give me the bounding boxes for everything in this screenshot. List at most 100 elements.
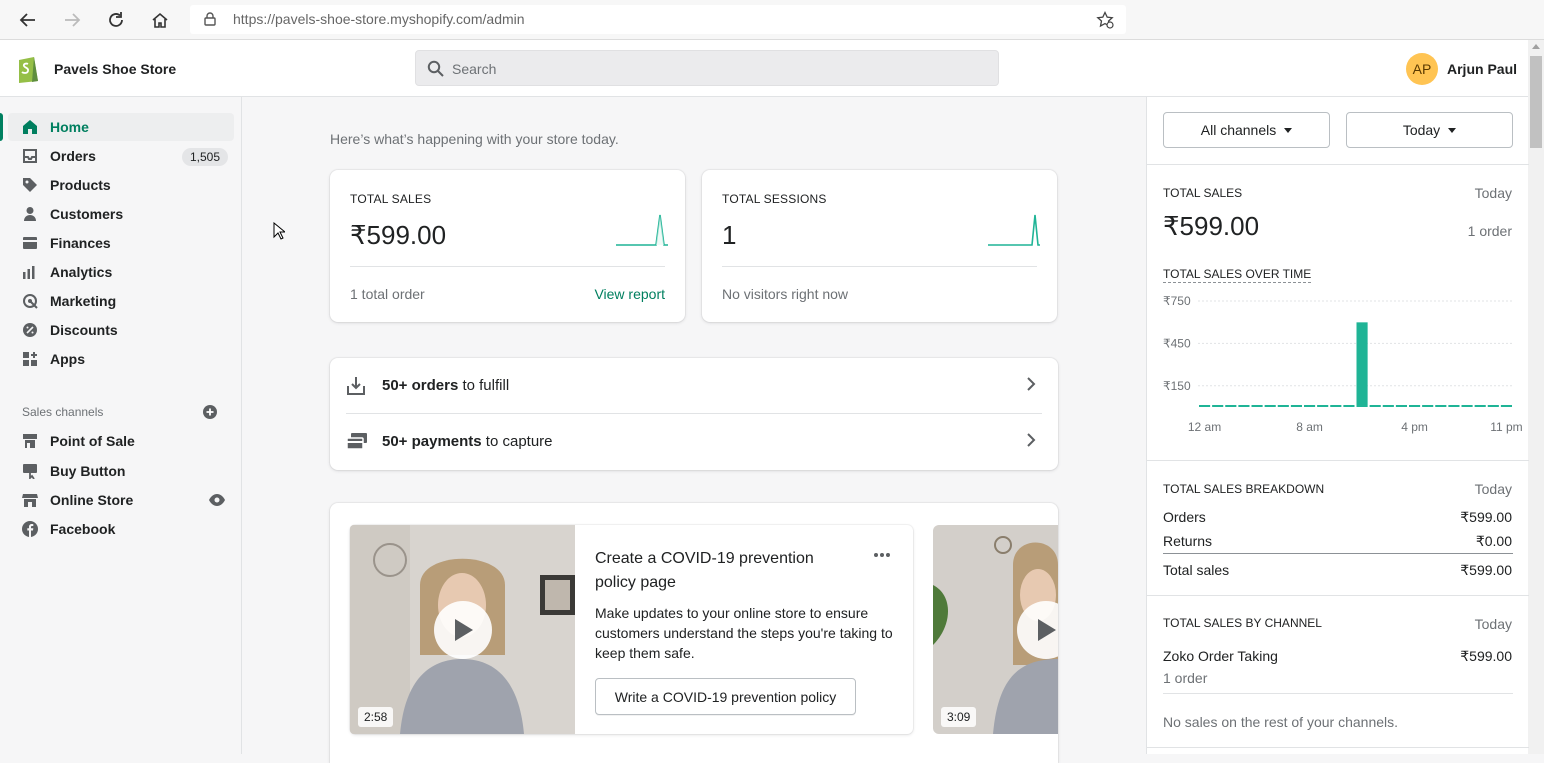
date-filter-dropdown[interactable]: Today: [1346, 112, 1513, 148]
sidebar-item-facebook[interactable]: Facebook: [8, 515, 234, 543]
metric-value: 1: [722, 220, 737, 250]
page-scrollbar[interactable]: [1528, 40, 1544, 754]
breakdown-row-value: ₹599.00: [1460, 562, 1512, 578]
y-tick-label: ₹750: [1163, 294, 1191, 308]
chart-bar[interactable]: [1277, 405, 1289, 407]
chart-bar[interactable]: [1422, 405, 1434, 407]
channel-filter-dropdown[interactable]: All channels: [1163, 112, 1330, 148]
orders-count-badge: 1,505: [181, 148, 228, 166]
chart-bar[interactable]: [1238, 405, 1250, 407]
chart-bar[interactable]: [1225, 405, 1237, 407]
chart-bar[interactable]: [1199, 405, 1211, 407]
add-channel-icon[interactable]: [203, 405, 217, 424]
scrollbar-thumb[interactable]: [1530, 56, 1542, 148]
sidebar-item-label: Marketing: [50, 293, 117, 309]
chart-bar[interactable]: [1435, 405, 1447, 407]
more-options-icon[interactable]: [873, 545, 891, 563]
right-panel: All channels Today TOTAL SALES Today ₹59…: [1146, 97, 1529, 754]
chart-bar[interactable]: [1304, 405, 1316, 407]
total-sales-label: TOTAL SALES: [1163, 186, 1243, 200]
video-thumbnail[interactable]: 2:58: [350, 525, 575, 734]
sidebar-item-point-of-sale[interactable]: Point of Sale: [8, 427, 234, 455]
task-orders-to-fulfill[interactable]: 50+ orders to fulfill: [330, 358, 1058, 414]
period-label: Today: [1474, 481, 1512, 497]
sidebar-item-online-store[interactable]: Online Store: [8, 486, 234, 514]
sales-channels-title: Sales channels: [22, 405, 104, 419]
favorite-star-icon[interactable]: [1096, 10, 1114, 34]
chart-bar[interactable]: [1500, 405, 1512, 407]
view-eye-icon[interactable]: [208, 493, 226, 510]
tasks-card: 50+ orders to fulfill 50+ payments to ca…: [330, 358, 1058, 470]
browser-toolbar: https://pavels-shoe-store.myshopify.com/…: [0, 0, 1544, 40]
sidebar-item-label: Analytics: [50, 264, 113, 280]
sidebar-item-apps[interactable]: Apps: [8, 345, 234, 373]
metric-footer: 1 total order: [350, 286, 425, 302]
chart-bar[interactable]: [1343, 405, 1355, 407]
user-name[interactable]: Arjun Paul: [1447, 61, 1517, 77]
chart-bar[interactable]: [1448, 405, 1460, 407]
sidebar-item-buy-button[interactable]: Buy Button: [8, 457, 234, 485]
promo-title: Create a COVID-19 prevention policy page: [595, 550, 814, 591]
divider: [1147, 460, 1529, 461]
chart-bar[interactable]: [1369, 405, 1381, 407]
forward-icon[interactable]: [58, 6, 86, 34]
breakdown-divider: [1163, 553, 1513, 554]
chart-bar[interactable]: [1395, 405, 1407, 407]
chart-bar[interactable]: [1264, 405, 1276, 407]
sidebar-item-analytics[interactable]: Analytics: [8, 258, 234, 286]
metric-label: TOTAL SALES: [350, 192, 432, 206]
divider: [1147, 164, 1529, 165]
period-label: Today: [1474, 185, 1512, 201]
home-browser-icon[interactable]: [146, 6, 174, 34]
active-indicator: [0, 113, 3, 141]
chart-bar[interactable]: [1290, 405, 1302, 407]
video-thumbnail-next[interactable]: 3:09: [933, 525, 1058, 734]
sidebar-item-label: Discounts: [50, 322, 118, 338]
sidebar-item-marketing[interactable]: Marketing: [8, 287, 234, 315]
play-button[interactable]: [434, 601, 492, 659]
task-payments-to-capture[interactable]: 50+ payments to capture: [330, 414, 1058, 470]
sidebar-item-label: Apps: [50, 351, 85, 367]
store-name[interactable]: Pavels Shoe Store: [54, 61, 176, 77]
breakdown-label: TOTAL SALES BREAKDOWN: [1163, 482, 1325, 496]
refresh-icon[interactable]: [102, 6, 130, 34]
search-input[interactable]: Search: [415, 50, 999, 86]
promo-body: Make updates to your online store to ens…: [595, 605, 893, 661]
sidebar-item-home[interactable]: Home: [8, 113, 234, 141]
chart-bar[interactable]: [1356, 322, 1368, 407]
video-duration: 2:58: [358, 707, 394, 727]
sales-over-time-chart: ₹750 ₹450 ₹150 12 am 8 am 4 pm 11 pm: [1163, 294, 1523, 434]
sessions-sparkline: [988, 214, 1040, 246]
chart-bar[interactable]: [1409, 405, 1421, 407]
mouse-cursor-icon: [273, 221, 287, 245]
sidebar-item-orders[interactable]: Orders 1,505: [8, 142, 234, 170]
view-report-link[interactable]: View report: [594, 286, 665, 302]
chart-bar[interactable]: [1317, 405, 1329, 407]
lock-icon: [204, 12, 216, 31]
chart-bar[interactable]: [1474, 405, 1486, 407]
chart-bar[interactable]: [1382, 405, 1394, 407]
address-bar[interactable]: https://pavels-shoe-store.myshopify.com/…: [190, 5, 1126, 34]
chart-bar[interactable]: [1487, 405, 1499, 407]
chart-bar[interactable]: [1461, 405, 1473, 407]
scroll-up-icon[interactable]: [1532, 44, 1540, 49]
chart-bar[interactable]: [1212, 405, 1224, 407]
sidebar-item-discounts[interactable]: Discounts: [8, 316, 234, 344]
order-count: 1 order: [1467, 223, 1512, 239]
back-icon[interactable]: [14, 6, 42, 34]
chart-bar[interactable]: [1330, 405, 1342, 407]
chart-bar[interactable]: [1251, 405, 1263, 407]
chevron-right-icon: [1026, 376, 1036, 397]
write-policy-button[interactable]: Write a COVID-19 prevention policy: [595, 678, 856, 715]
buy-button-icon: [22, 463, 38, 479]
sidebar-item-products[interactable]: Products: [8, 171, 234, 199]
by-channel-label: TOTAL SALES BY CHANNEL: [1163, 616, 1322, 630]
sidebar-item-customers[interactable]: Customers: [8, 200, 234, 228]
avatar[interactable]: AP: [1406, 53, 1438, 85]
breakdown-row-label: Orders: [1163, 509, 1206, 525]
sales-over-time-label[interactable]: TOTAL SALES OVER TIME: [1163, 267, 1312, 283]
shopify-logo-icon[interactable]: [15, 53, 41, 88]
task-text: 50+ orders to fulfill: [382, 377, 510, 394]
sidebar-item-finances[interactable]: Finances: [8, 229, 234, 257]
target-icon: [22, 293, 38, 309]
